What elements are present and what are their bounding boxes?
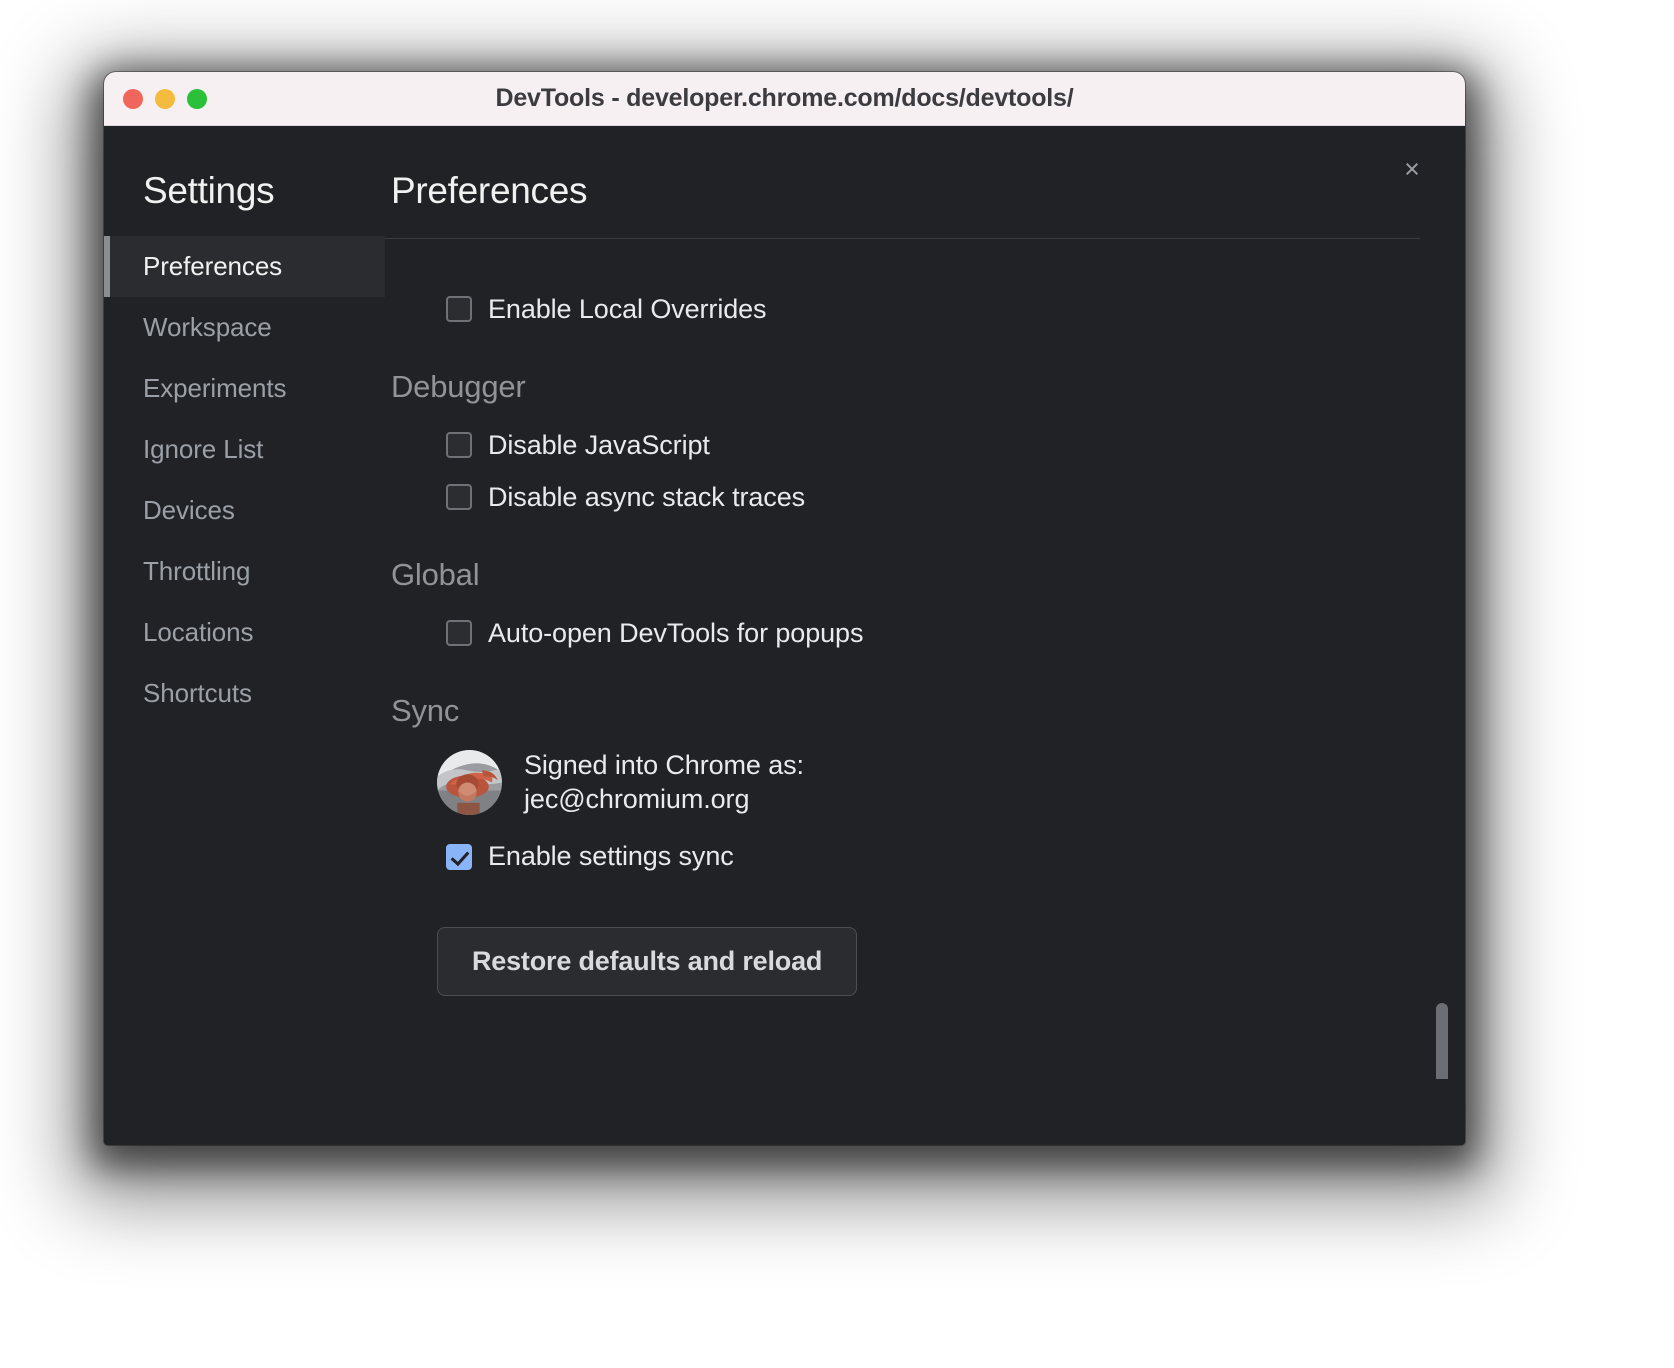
- sync-account-text: Signed into Chrome as: jec@chromium.org: [524, 749, 804, 817]
- sidebar-item-label: Experiments: [143, 373, 286, 404]
- sidebar-item-workspace[interactable]: Workspace: [104, 297, 385, 358]
- devtools-settings-dialog: Settings Preferences Workspace Experimen…: [104, 126, 1465, 1145]
- sidebar-item-label: Throttling: [143, 556, 250, 587]
- sidebar-item-ignore-list[interactable]: Ignore List: [104, 419, 385, 480]
- user-avatar: [437, 750, 502, 815]
- settings-main-panel: × Preferences Enable Local Overrides Deb…: [385, 126, 1465, 1145]
- pref-row-enable-settings-sync[interactable]: Enable settings sync: [385, 831, 1420, 883]
- page-title: Preferences: [385, 170, 1465, 212]
- pref-label: Auto-open DevTools for popups: [488, 618, 863, 649]
- section-sources-partial: Enable Local Overrides: [385, 283, 1420, 335]
- checkbox-auto-open-devtools-for-popups[interactable]: [446, 620, 472, 646]
- sidebar-item-experiments[interactable]: Experiments: [104, 358, 385, 419]
- settings-sidebar: Settings Preferences Workspace Experimen…: [104, 126, 385, 1145]
- sidebar-item-devices[interactable]: Devices: [104, 480, 385, 541]
- sidebar-item-locations[interactable]: Locations: [104, 602, 385, 663]
- checkbox-disable-javascript[interactable]: [446, 432, 472, 458]
- section-title-sync: Sync: [385, 693, 1420, 729]
- section-global: Global Auto-open DevTools for popups: [385, 557, 1420, 659]
- pref-row-disable-javascript[interactable]: Disable JavaScript: [385, 419, 1420, 471]
- window-titlebar: DevTools - developer.chrome.com/docs/dev…: [104, 72, 1465, 126]
- sync-account-row: Signed into Chrome as: jec@chromium.org: [385, 749, 1420, 817]
- pref-label: Enable Local Overrides: [488, 294, 766, 325]
- pref-row-auto-open-devtools-for-popups[interactable]: Auto-open DevTools for popups: [385, 607, 1420, 659]
- devtools-window: DevTools - developer.chrome.com/docs/dev…: [104, 72, 1465, 1145]
- sidebar-item-label: Preferences: [143, 251, 282, 282]
- preferences-scrollbar[interactable]: [1436, 283, 1448, 1071]
- sidebar-item-label: Ignore List: [143, 434, 263, 465]
- restore-button-row: Restore defaults and reload: [385, 927, 1420, 996]
- window-title: DevTools - developer.chrome.com/docs/dev…: [104, 84, 1465, 113]
- checkbox-enable-local-overrides[interactable]: [446, 296, 472, 322]
- pref-row-disable-async-stack-traces[interactable]: Disable async stack traces: [385, 471, 1420, 523]
- sidebar-item-label: Shortcuts: [143, 678, 252, 709]
- sidebar-item-shortcuts[interactable]: Shortcuts: [104, 663, 385, 724]
- checkbox-enable-settings-sync[interactable]: [446, 844, 472, 870]
- sidebar-item-preferences[interactable]: Preferences: [104, 236, 385, 297]
- section-sync: Sync: [385, 693, 1420, 883]
- restore-defaults-and-reload-button[interactable]: Restore defaults and reload: [437, 927, 857, 996]
- window-maximize-button[interactable]: [187, 89, 207, 109]
- section-title-global: Global: [385, 557, 1420, 593]
- scrollbar-thumb[interactable]: [1436, 1003, 1448, 1079]
- settings-heading: Settings: [104, 170, 385, 212]
- window-close-button[interactable]: [123, 89, 143, 109]
- close-icon[interactable]: ×: [1395, 152, 1429, 186]
- window-minimize-button[interactable]: [155, 89, 175, 109]
- sync-account-line-2: jec@chromium.org: [524, 784, 749, 814]
- sync-account-line-1: Signed into Chrome as:: [524, 750, 804, 780]
- section-title-debugger: Debugger: [385, 369, 1420, 405]
- section-debugger: Debugger Disable JavaScript Disable asyn…: [385, 369, 1420, 523]
- sidebar-item-label: Workspace: [143, 312, 272, 343]
- sidebar-item-label: Locations: [143, 617, 253, 648]
- pref-label: Enable settings sync: [488, 841, 734, 872]
- pref-row-enable-local-overrides[interactable]: Enable Local Overrides: [385, 283, 1420, 335]
- pref-label: Disable async stack traces: [488, 482, 805, 513]
- pref-label: Disable JavaScript: [488, 430, 710, 461]
- checkbox-disable-async-stack-traces[interactable]: [446, 484, 472, 510]
- traffic-lights: [123, 89, 207, 109]
- preferences-scroll-area: Enable Local Overrides Debugger Disable …: [385, 239, 1465, 1079]
- sidebar-item-throttling[interactable]: Throttling: [104, 541, 385, 602]
- sidebar-item-label: Devices: [143, 495, 235, 526]
